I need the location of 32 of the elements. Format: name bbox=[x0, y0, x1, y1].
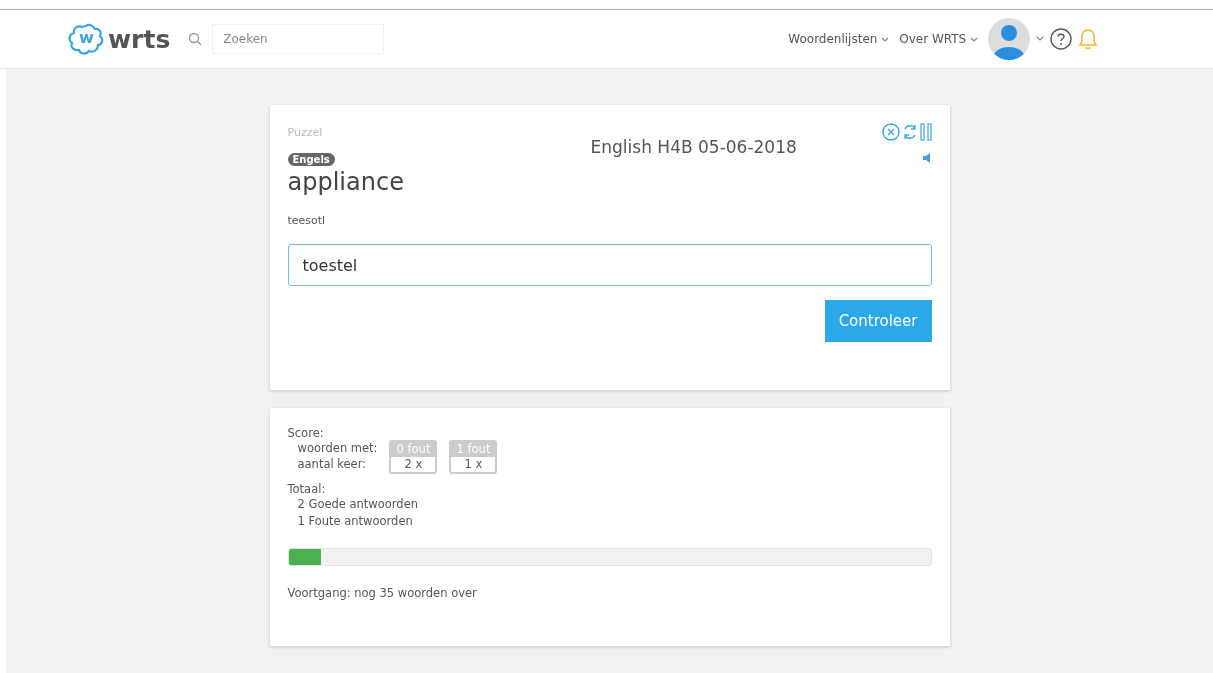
total-title: Totaal: bbox=[287, 482, 327, 496]
score-row-label: woorden met: bbox=[297, 440, 378, 456]
answer-field[interactable]: toestel bbox=[287, 244, 932, 286]
total-line: 1 Foute antwoorden bbox=[297, 513, 414, 530]
mode-label: Puzzel bbox=[287, 125, 323, 139]
notification-bell-icon[interactable] bbox=[1078, 28, 1098, 50]
logo-badge-icon bbox=[68, 23, 104, 55]
search-icon bbox=[188, 32, 203, 46]
question-word: appliance bbox=[287, 168, 404, 196]
score-column-value: 2 x bbox=[403, 457, 424, 472]
search-field[interactable]: Zoeken bbox=[212, 24, 385, 54]
close-icon[interactable] bbox=[881, 123, 900, 141]
chevron-down-icon[interactable] bbox=[1036, 36, 1044, 42]
scrambled-hint: teesotl bbox=[287, 214, 327, 227]
chevron-down-icon bbox=[970, 37, 978, 43]
language-tag: Engels bbox=[287, 153, 335, 166]
pause-icon[interactable] bbox=[919, 123, 932, 141]
list-title: English H4B 05-06-2018 bbox=[590, 137, 797, 157]
speaker-icon[interactable] bbox=[923, 153, 932, 163]
chevron-down-icon bbox=[881, 37, 890, 43]
user-avatar-icon[interactable] bbox=[988, 18, 1030, 60]
refresh-icon[interactable] bbox=[901, 123, 918, 141]
help-icon[interactable] bbox=[1050, 28, 1072, 50]
nav-menu-link[interactable]: Woordenlijsten bbox=[788, 32, 890, 46]
score-title: Score: bbox=[287, 426, 325, 440]
score-column-value: 1 x bbox=[463, 457, 484, 472]
total-line: 2 Goede antwoorden bbox=[297, 496, 420, 513]
progress-text: Voortgang: nog 35 woorden over bbox=[287, 586, 478, 600]
logo-letter: w bbox=[79, 28, 94, 47]
nav-menu-link[interactable]: Over WRTS bbox=[899, 32, 978, 46]
logo-wordmark[interactable]: wrts bbox=[108, 24, 171, 54]
score-row-label: aantal keer: bbox=[297, 456, 368, 472]
